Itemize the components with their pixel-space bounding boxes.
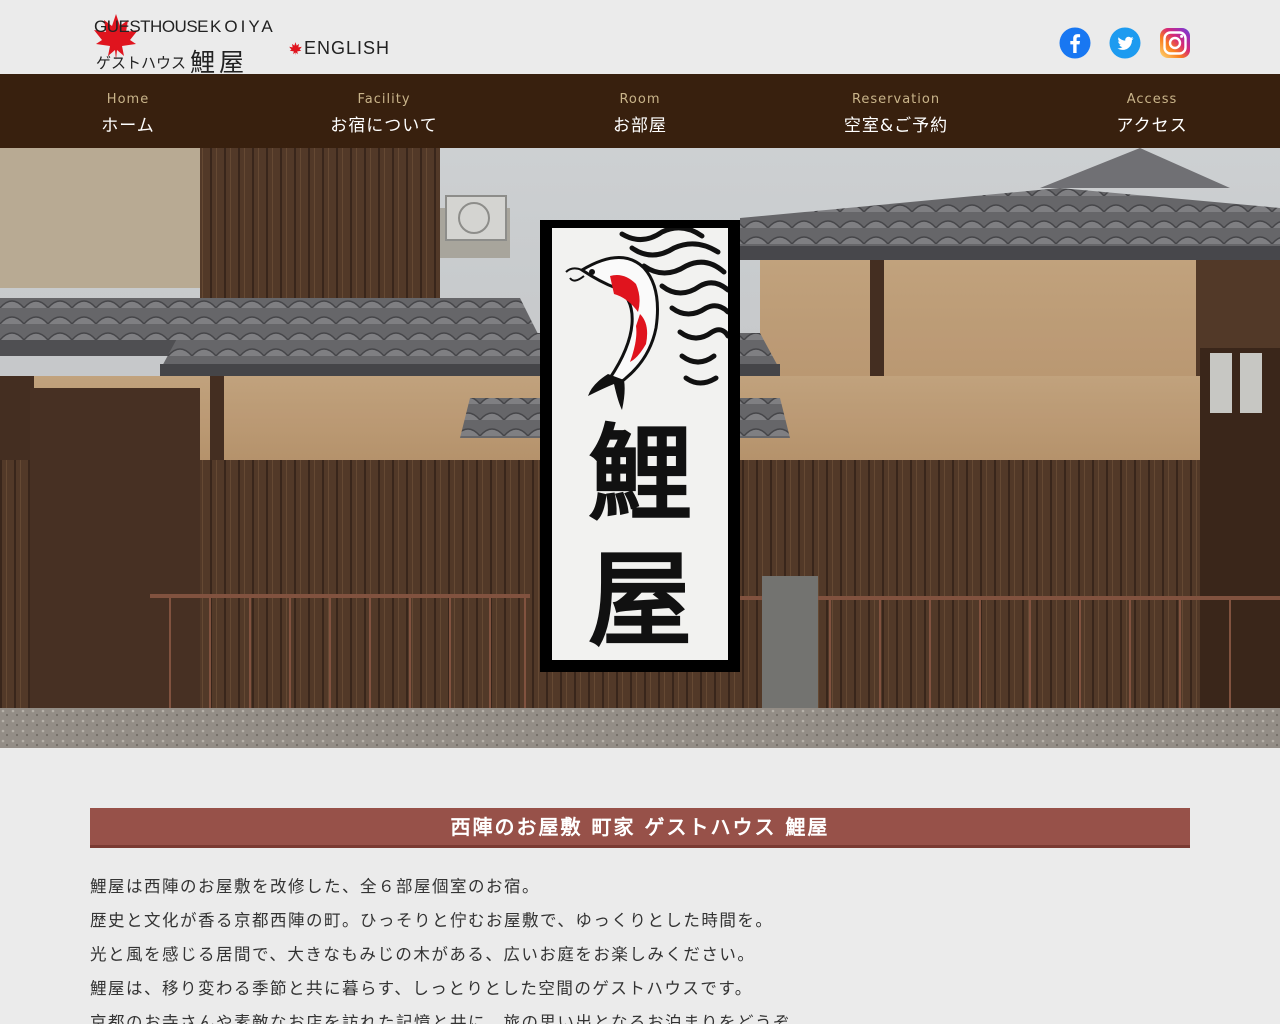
nav-item-en-label: Room <box>619 92 661 107</box>
nav-item-en-label: Home <box>106 92 150 107</box>
page-title: 西陣のお屋敷 町家 ゲストハウス 鯉屋 <box>90 808 1190 848</box>
english-link[interactable]: ENGLISH <box>288 38 390 59</box>
koi-calligraphy-icon: 鯉 屋 <box>565 228 728 660</box>
intro-paragraph: 鯉屋は西陣のお屋敷を改修した、全６部屋個室のお宿。 <box>90 877 540 896</box>
nav-item-access[interactable]: Access アクセス <box>1052 74 1252 148</box>
twitter-link[interactable] <box>1109 27 1141 59</box>
nav-item-jp-label: 空室&ご予約 <box>843 116 949 136</box>
nav-item-jp-label: ホーム <box>101 116 155 136</box>
nav-item-room[interactable]: Room お部屋 <box>540 74 740 148</box>
instagram-icon <box>1160 28 1190 58</box>
calligraphy-text-1: 鯉 <box>588 412 692 535</box>
logo-line-1: GUESTHOUSE KOIYA <box>94 17 276 37</box>
calligraphy-text-2: 屋 <box>588 538 692 660</box>
intro-text: 鯉屋は西陣のお屋敷を改修した、全６部屋個室のお宿。 歴史と文化が香る京都西陣の町… <box>90 870 1190 1024</box>
hero-image: 鯉 屋 <box>0 148 1280 748</box>
intro-paragraph: 鯉屋は、移り変わる季節と共に暮らす、しっとりとした空間のゲストハウスです。 <box>90 979 753 998</box>
twitter-icon <box>1109 27 1141 59</box>
nav-item-reservation[interactable]: Reservation 空室&ご予約 <box>796 74 996 148</box>
instagram-link[interactable] <box>1159 27 1191 59</box>
nav-item-facility[interactable]: Facility お宿について <box>284 74 484 148</box>
main-nav: Home ホーム Facility お宿について Room お部屋 Reserv… <box>0 74 1280 148</box>
logo-kanji-text: 鯉屋 <box>190 48 249 77</box>
nav-item-home[interactable]: Home ホーム <box>28 74 228 148</box>
top-header: GUESTHOUSE KOIYA ゲストハウス 鯉屋 ENGLISH <box>0 0 1280 77</box>
intro-paragraph: 光と風を感じる居間で、大きなもみじの木がある、広いお庭をお楽しみください。 <box>90 945 756 964</box>
intro-paragraph: 京都のお寺さんや素敵なお店を訪れた記憶と共に、旅の思い出となるお泊まりをどうぞ。 <box>90 1013 810 1024</box>
nav-item-jp-label: お宿について <box>330 116 438 136</box>
nav-item-en-label: Access <box>1126 92 1178 107</box>
intro-paragraph: 歴史と文化が香る京都西陣の町。ひっそりと佇むお屋敷で、ゆっくりとした時間を。 <box>90 911 774 930</box>
english-label: ENGLISH <box>304 38 391 58</box>
nav-item-en-label: Facility <box>357 92 411 107</box>
logo-koiya-text: KOIYA <box>210 17 276 36</box>
logo-guesthouse-text: GUESTHOUSE <box>94 17 209 36</box>
logo-katakana-text: ゲストハウス <box>96 54 187 72</box>
calligraphy-paper: 鯉 屋 <box>552 228 728 660</box>
facebook-icon <box>1059 27 1091 59</box>
logo-line-2: ゲストハウス 鯉屋 <box>96 40 249 77</box>
nav-item-jp-label: アクセス <box>1116 116 1188 136</box>
nav-item-en-label: Reservation <box>851 92 941 107</box>
facebook-link[interactable] <box>1059 27 1091 59</box>
nav-item-jp-label: お部屋 <box>613 116 667 136</box>
site-logo[interactable]: GUESTHOUSE KOIYA ゲストハウス 鯉屋 <box>90 10 273 77</box>
maple-leaf-icon <box>289 42 302 56</box>
calligraphy-banner: 鯉 屋 <box>540 220 740 672</box>
